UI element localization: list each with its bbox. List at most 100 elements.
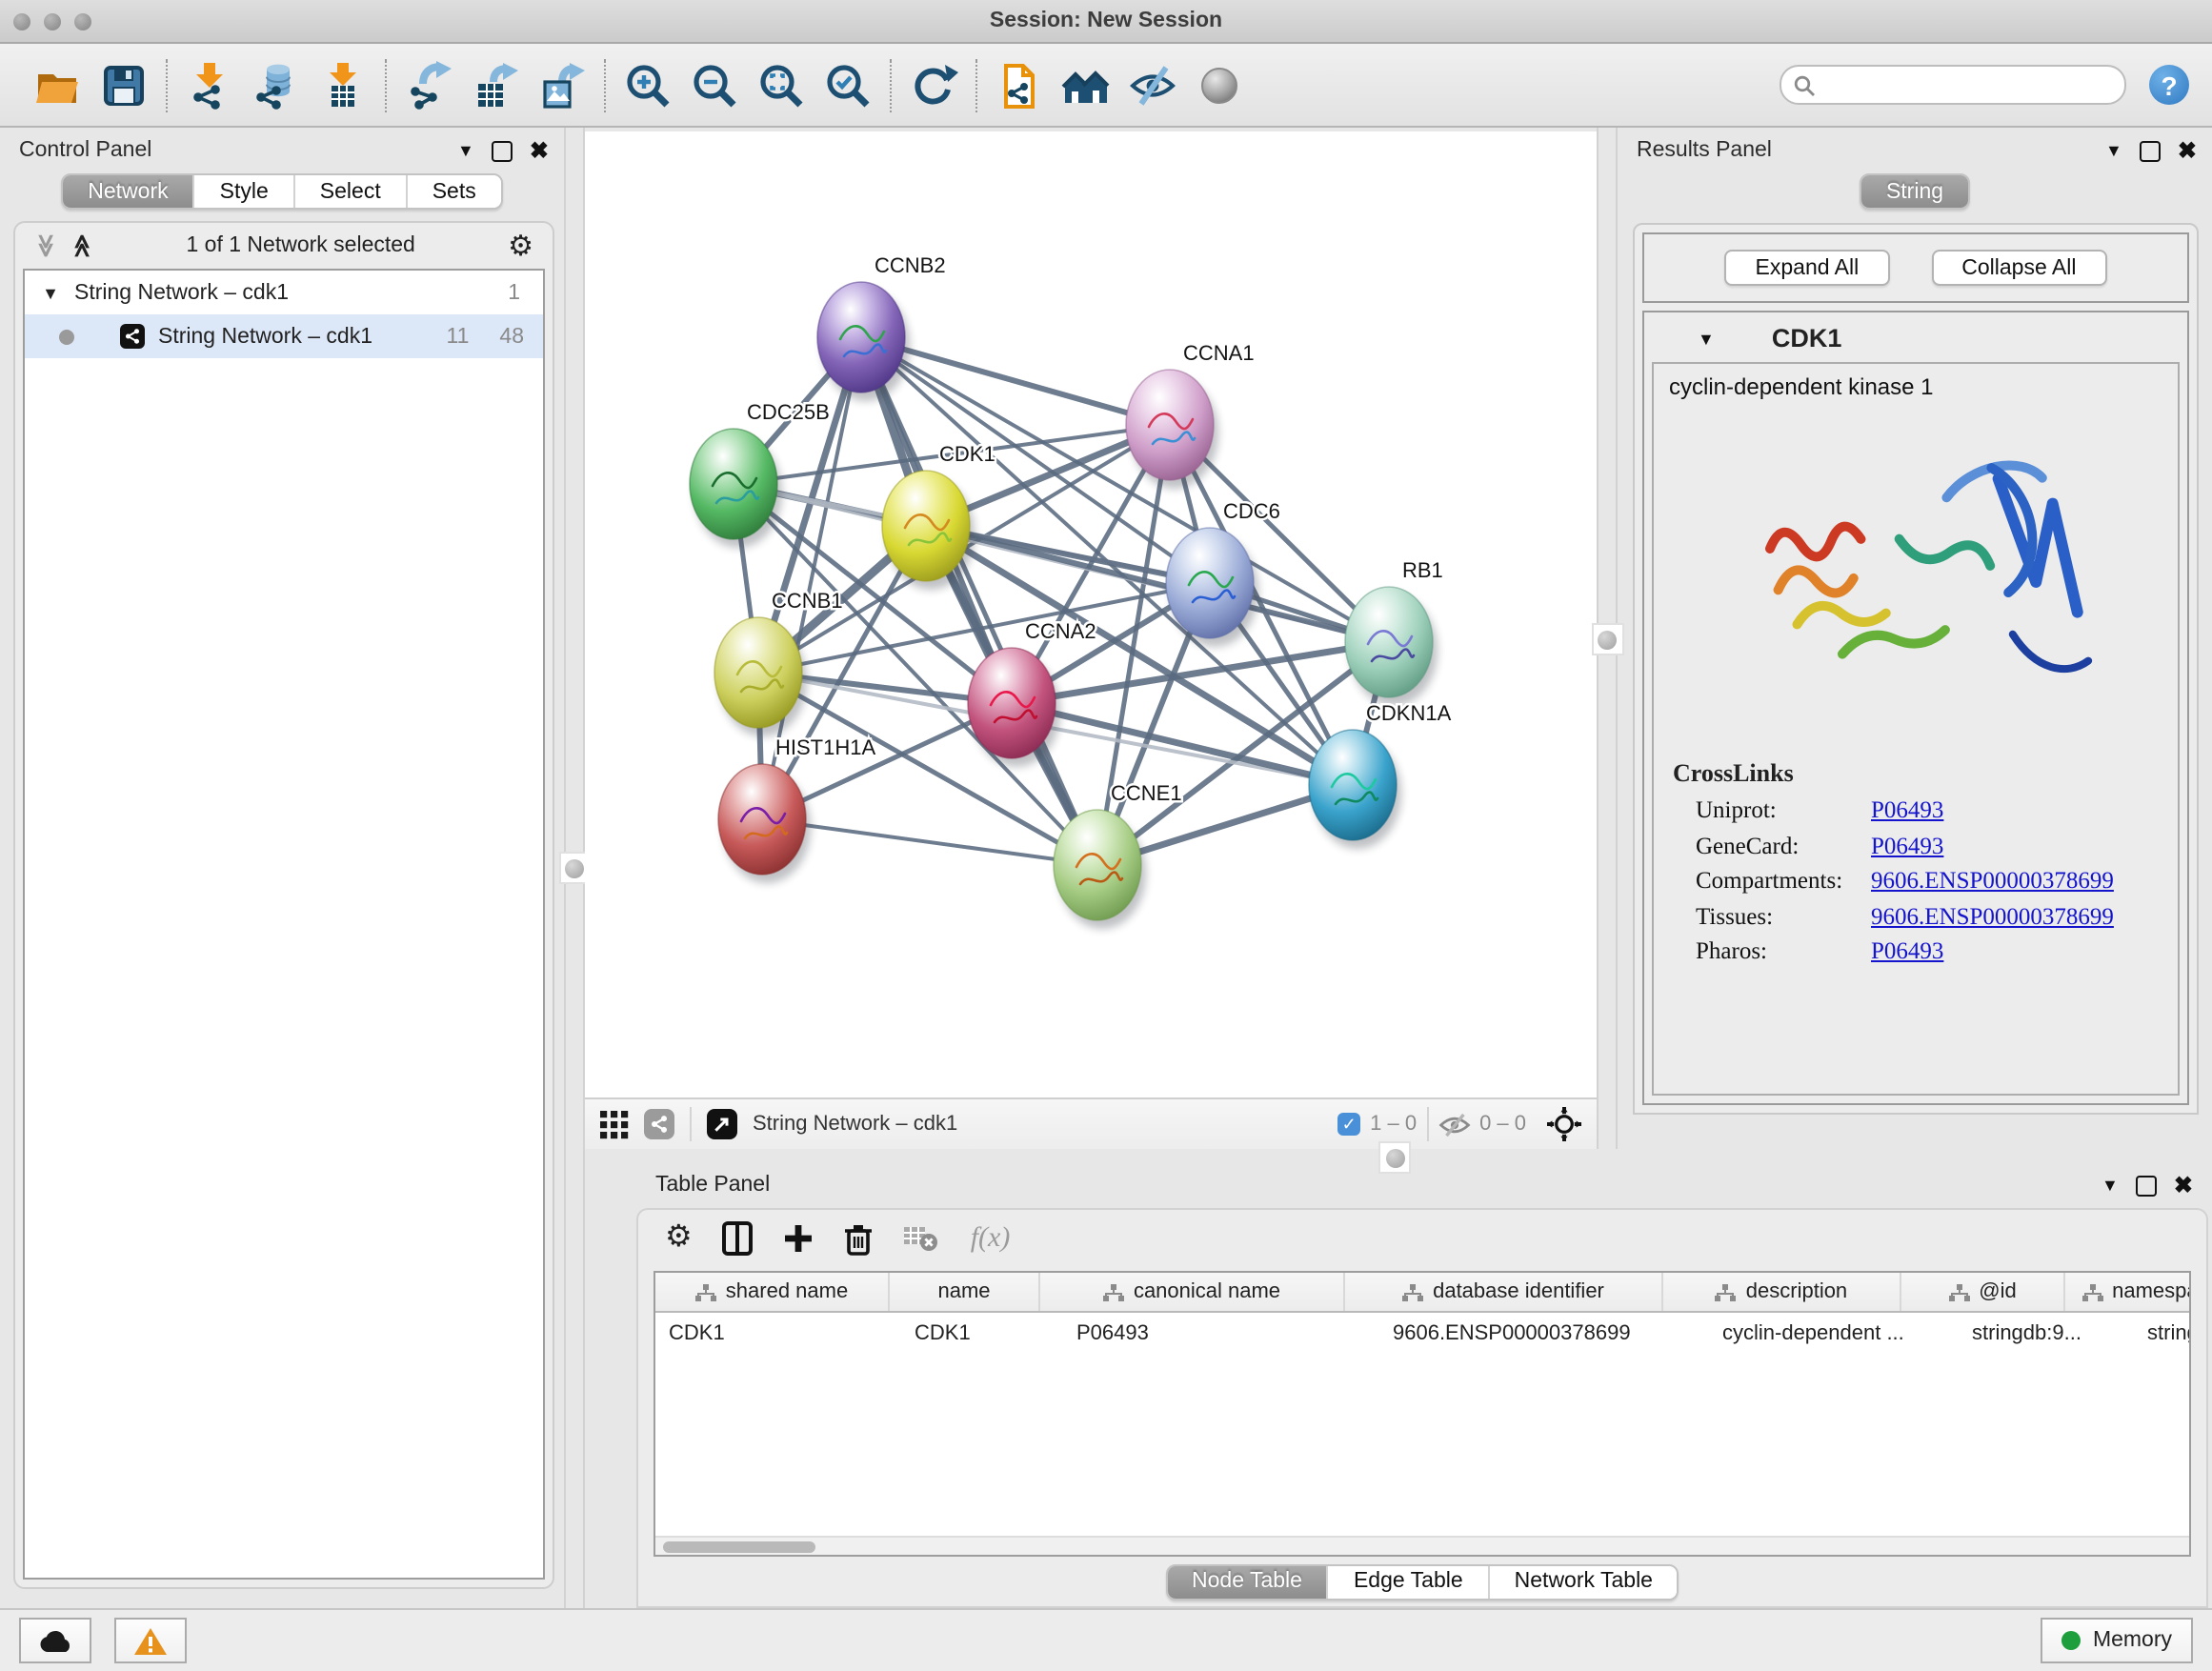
crosslink-link[interactable]: 9606.ENSP00000378699 <box>1871 867 2114 896</box>
birds-eye-grid-icon[interactable] <box>600 1110 629 1138</box>
search-field[interactable] <box>1780 65 2126 105</box>
right-splitter[interactable] <box>1597 128 1618 1149</box>
crosslink-link[interactable]: P06493 <box>1871 796 1943 825</box>
table-cell[interactable]: stringdb:9... <box>1959 1322 2134 1345</box>
tab-string[interactable]: String <box>1861 175 1968 208</box>
zoom-fit-icon[interactable] <box>756 60 806 110</box>
node-label: CCNE1 <box>1111 781 1182 805</box>
table-options-gear-icon[interactable]: ⚙ <box>665 1223 693 1254</box>
panel-menu-icon[interactable]: ▼ <box>2105 141 2122 160</box>
tab-select[interactable]: Select <box>295 175 408 208</box>
string-home-icon[interactable] <box>1061 60 1111 110</box>
detach-view-icon[interactable] <box>707 1109 737 1139</box>
horizontal-splitter-handle[interactable] <box>1378 1141 1411 1174</box>
delete-table-icon[interactable] <box>904 1225 940 1252</box>
table-row[interactable]: CDK1CDK1P064939606.ENSP00000378699cyclin… <box>655 1313 2189 1355</box>
network-node-RB1[interactable]: RB1 <box>1345 558 1443 706</box>
crosslink-link[interactable]: P06493 <box>1871 937 1943 966</box>
table-cell[interactable]: stringdb <box>2134 1322 2191 1345</box>
column-header[interactable]: database identifier <box>1345 1273 1663 1311</box>
show-columns-icon[interactable] <box>723 1221 754 1256</box>
crosslink-link[interactable]: P06493 <box>1871 832 1943 860</box>
tab-sets[interactable]: Sets <box>408 175 501 208</box>
tab-network-table[interactable]: Network Table <box>1490 1565 1678 1598</box>
selected-checkbox-icon[interactable]: ✓ <box>1337 1113 1360 1136</box>
fit-selected-crosshair-icon[interactable] <box>1547 1107 1581 1141</box>
import-database-icon[interactable] <box>251 60 301 110</box>
close-panel-icon[interactable]: ✖ <box>530 139 549 162</box>
export-image-icon[interactable] <box>537 60 587 110</box>
horizontal-splitter[interactable] <box>585 1149 2212 1162</box>
crosslink-link[interactable]: 9606.ENSP00000378699 <box>1871 902 2114 931</box>
collapse-all-networks-icon[interactable]: ≫ <box>35 233 58 257</box>
column-header[interactable]: description <box>1663 1273 1901 1311</box>
network-edge <box>861 337 1097 865</box>
delete-column-icon[interactable] <box>845 1222 874 1255</box>
export-network-icon[interactable] <box>404 60 453 110</box>
float-panel-icon[interactable] <box>492 140 513 161</box>
close-panel-icon[interactable]: ✖ <box>2178 139 2197 162</box>
collection-expander-icon[interactable]: ▼ <box>25 283 59 302</box>
expand-all-networks-icon[interactable]: ≪ <box>70 233 93 257</box>
network-collection-row[interactable]: ▼ String Network – cdk1 1 <box>25 271 543 314</box>
export-table-icon[interactable] <box>471 60 520 110</box>
close-panel-icon[interactable]: ✖ <box>2174 1174 2193 1197</box>
save-session-icon[interactable] <box>99 60 149 110</box>
network-type-icon[interactable] <box>644 1109 674 1139</box>
network-node-CCNA1[interactable]: CCNA1 <box>1126 341 1255 489</box>
column-header[interactable]: name <box>890 1273 1040 1311</box>
import-network-icon[interactable] <box>185 60 234 110</box>
panel-menu-icon[interactable]: ▼ <box>457 141 474 160</box>
control-panel-title: Control Panel <box>19 139 151 162</box>
hide-panel-eye-icon[interactable] <box>1128 60 1177 110</box>
float-panel-icon[interactable] <box>2140 140 2161 161</box>
tab-network[interactable]: Network <box>63 175 194 208</box>
zoom-out-icon[interactable] <box>690 60 739 110</box>
zoom-in-icon[interactable] <box>623 60 673 110</box>
collapse-all-button[interactable]: Collapse All <box>1931 250 2106 286</box>
search-input[interactable] <box>1823 71 2113 98</box>
column-header[interactable]: namespace <box>2065 1273 2191 1311</box>
table-cell[interactable]: cyclin-dependent ... <box>1709 1322 1959 1345</box>
network-row[interactable]: String Network – cdk1 11 48 <box>25 314 543 358</box>
network-node-CDK1[interactable]: CDK1 <box>882 442 995 590</box>
table-cell[interactable]: CDK1 <box>901 1322 1063 1345</box>
control-panel: Control Panel ▼ ✖ Network Style Select S… <box>0 128 564 1608</box>
expand-all-button[interactable]: Expand All <box>1725 250 1890 286</box>
protein-expander-icon[interactable]: ▼ <box>1698 329 1715 348</box>
memory-button[interactable]: Memory <box>2041 1618 2193 1663</box>
network-node-CCNB2[interactable]: CCNB2 <box>817 253 946 401</box>
column-header[interactable]: shared name <box>655 1273 890 1311</box>
column-header[interactable]: @id <box>1901 1273 2065 1311</box>
network-node-HIST1H1A[interactable]: HIST1H1A <box>718 735 875 883</box>
add-column-icon[interactable] <box>784 1223 814 1254</box>
zoom-selected-icon[interactable] <box>823 60 873 110</box>
float-panel-icon[interactable] <box>2136 1175 2157 1196</box>
table-cell[interactable]: 9606.ENSP00000378699 <box>1379 1322 1709 1345</box>
network-node-CDKN1A[interactable]: CDKN1A <box>1309 701 1452 849</box>
column-header[interactable]: canonical name <box>1040 1273 1345 1311</box>
help-icon[interactable]: ? <box>2149 65 2189 105</box>
node-label: CCNA1 <box>1183 341 1255 365</box>
network-options-gear-icon[interactable]: ⚙ <box>508 232 533 260</box>
function-builder-icon[interactable]: f(x) <box>971 1222 1011 1255</box>
table-cell[interactable]: P06493 <box>1063 1322 1379 1345</box>
tab-node-table[interactable]: Node Table <box>1167 1565 1329 1598</box>
right-splitter-handle[interactable] <box>1591 623 1623 655</box>
import-table-icon[interactable] <box>318 60 368 110</box>
refresh-icon[interactable] <box>909 60 958 110</box>
panel-menu-icon[interactable]: ▼ <box>2101 1176 2119 1195</box>
network-canvas[interactable]: CCNB2CCNA1CDC25BCDK1CDC6RB1CCNB1CCNA2CDK… <box>585 131 1597 1097</box>
left-splitter[interactable] <box>564 128 585 1608</box>
scrollbar-thumb[interactable] <box>663 1540 815 1552</box>
table-cell[interactable]: CDK1 <box>655 1322 901 1345</box>
appearance-sphere-icon[interactable] <box>1195 60 1244 110</box>
cloud-status-button[interactable] <box>19 1618 91 1663</box>
tab-edge-table[interactable]: Edge Table <box>1329 1565 1490 1598</box>
network-from-file-icon[interactable] <box>995 60 1044 110</box>
warning-status-button[interactable] <box>114 1618 187 1663</box>
network-edge <box>762 819 1097 865</box>
open-session-icon[interactable] <box>32 60 82 110</box>
network-node-CCNE1[interactable]: CCNE1 <box>1054 781 1182 929</box>
tab-style[interactable]: Style <box>195 175 295 208</box>
